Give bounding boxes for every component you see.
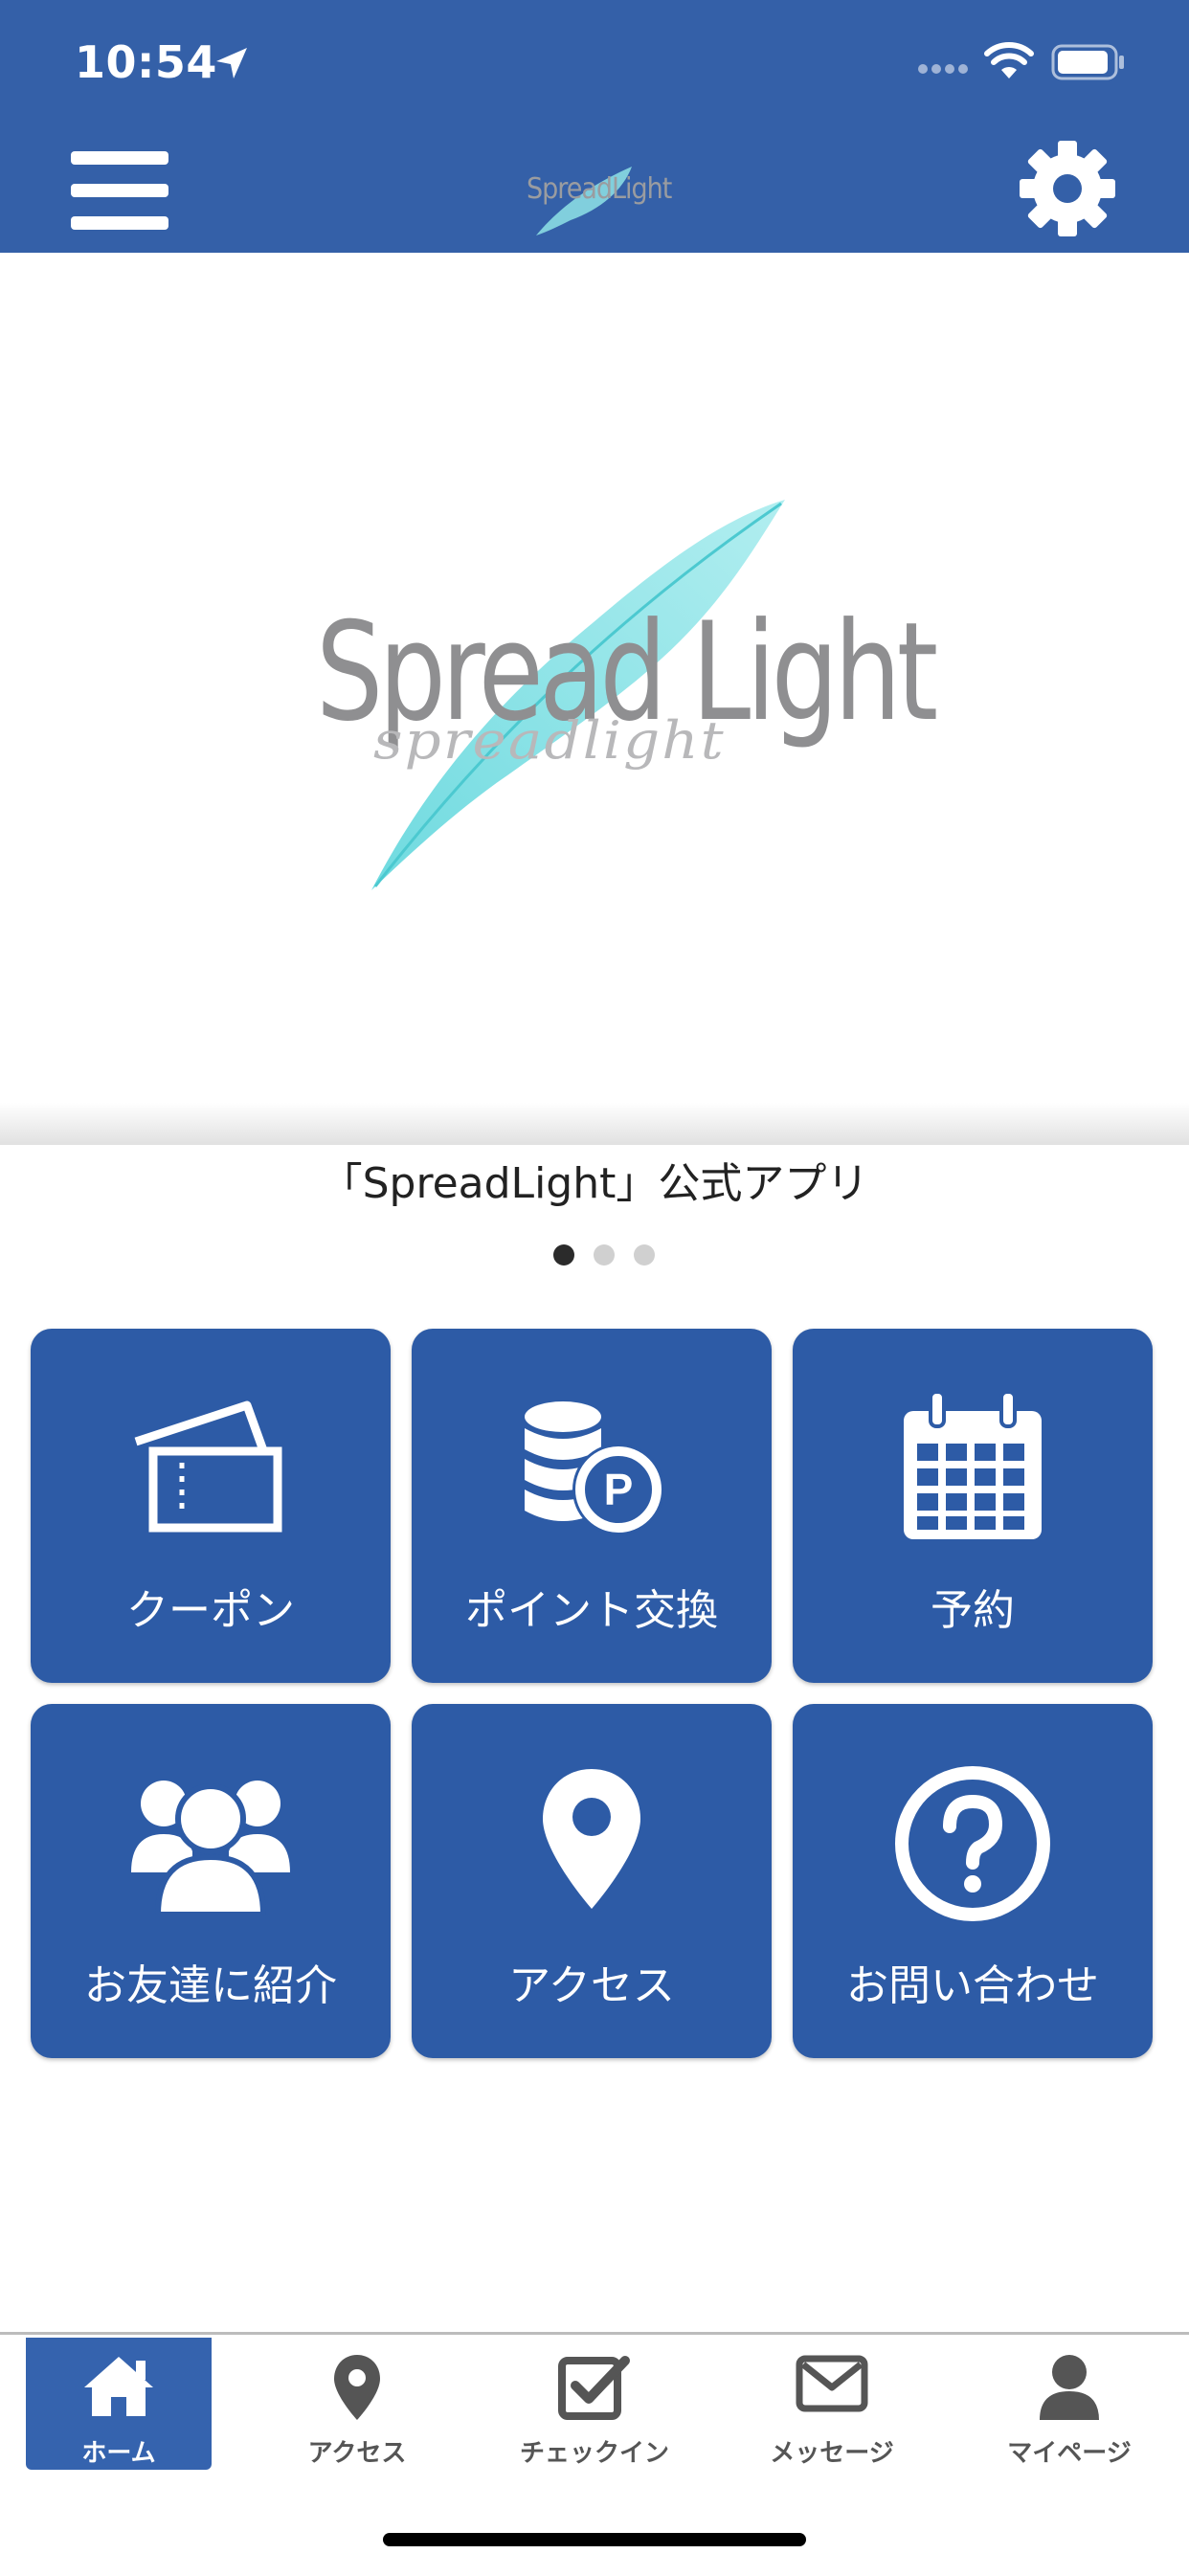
tab-message-label: メッセージ — [770, 2439, 894, 2468]
tab-mypage-label: マイページ — [1007, 2439, 1132, 2468]
contact-tile[interactable]: お問い合わせ — [793, 1704, 1153, 2058]
svg-text:P: P — [604, 1465, 634, 1514]
access-tile[interactable]: アクセス — [412, 1704, 772, 2058]
reservation-tile[interactable]: 予約 — [793, 1329, 1153, 1683]
hero-bottom-shadow — [0, 1103, 1189, 1145]
tab-access-label: アクセス — [307, 2439, 407, 2468]
coins-point-icon: P — [525, 1401, 664, 1535]
header-logo-text: SpreadLight — [527, 172, 672, 206]
home-icon — [84, 2357, 153, 2416]
hamburger-icon — [71, 151, 168, 230]
map-pin-icon — [334, 2355, 380, 2420]
checkbox-icon — [558, 2356, 630, 2420]
pager-dot-1[interactable] — [553, 1244, 574, 1266]
status-time: 10:54 — [75, 36, 217, 88]
refer-friend-label: お友達に紹介 — [84, 1961, 337, 2010]
tab-home[interactable]: ホーム — [26, 2338, 212, 2470]
hero-logo: Spread Light spreadlight — [306, 488, 938, 909]
hero-logo-subtext: spreadlight — [373, 710, 726, 771]
users-icon — [131, 1781, 290, 1917]
signal-dots-icon — [918, 64, 968, 74]
tab-home-label: ホーム — [81, 2439, 156, 2468]
tab-mypage[interactable]: マイページ — [976, 2338, 1162, 2470]
envelope-icon — [796, 2355, 868, 2412]
ticket-icon — [134, 1400, 282, 1533]
pager-dot-2[interactable] — [594, 1244, 615, 1266]
home-indicator — [383, 2533, 806, 2546]
top-bar: 10:54 SpreadLight — [0, 0, 1189, 253]
point-exchange-tile[interactable]: P ポイント交換 — [412, 1329, 772, 1683]
header-logo: SpreadLight — [517, 159, 676, 239]
tab-checkin[interactable]: チェックイン — [502, 2338, 687, 2470]
question-circle-icon — [895, 1766, 1050, 1921]
contact-label: お問い合わせ — [846, 1961, 1099, 2010]
coupon-label: クーポン — [126, 1586, 295, 1635]
tab-message[interactable]: メッセージ — [739, 2338, 925, 2470]
refer-friend-tile[interactable]: お友達に紹介 — [31, 1704, 391, 2058]
wifi-icon — [984, 42, 1034, 78]
carousel-pager[interactable] — [553, 1244, 655, 1267]
location-arrow-icon — [216, 48, 247, 78]
pager-dot-3[interactable] — [634, 1244, 655, 1266]
reservation-label: 予約 — [931, 1586, 1015, 1635]
access-label: アクセス — [508, 1961, 675, 2010]
coupon-tile[interactable]: クーポン — [31, 1329, 391, 1683]
calendar-icon — [904, 1390, 1042, 1539]
settings-button[interactable] — [1019, 140, 1116, 237]
point-exchange-label: ポイント交換 — [465, 1586, 718, 1635]
carousel-caption: 「SpreadLight」公式アプリ — [320, 1159, 869, 1208]
map-pin-icon — [543, 1769, 640, 1909]
tab-checkin-label: チェックイン — [519, 2439, 669, 2468]
tab-access[interactable]: アクセス — [264, 2338, 450, 2470]
user-icon — [1040, 2355, 1099, 2420]
battery-icon — [1051, 44, 1124, 80]
gear-icon — [1020, 141, 1115, 236]
hamburger-menu-button[interactable] — [71, 147, 168, 234]
